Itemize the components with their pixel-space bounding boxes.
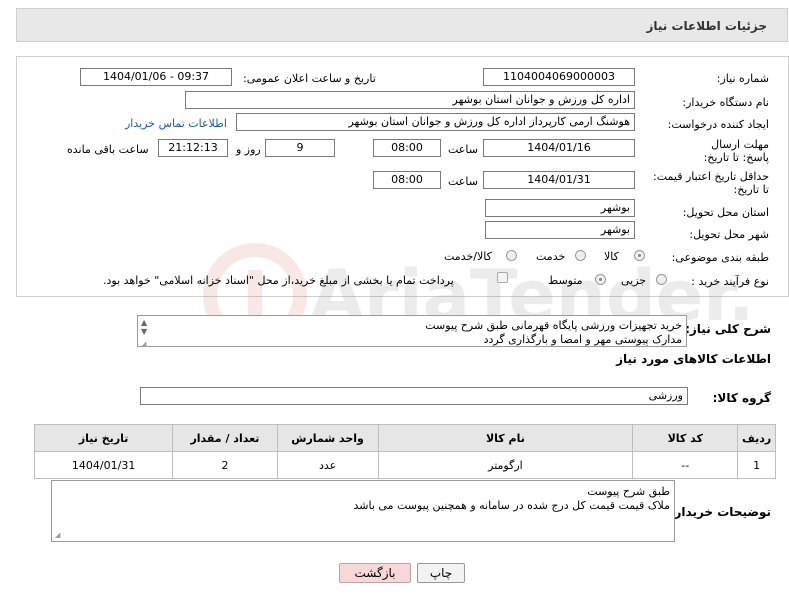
deadline-label: مهلت ارسال پاسخ: تا تاریخ: [703,138,769,164]
back-button[interactable]: بازگشت [339,563,411,583]
goods-group-field[interactable]: ورزشی [140,387,688,405]
deadline-time-label: ساعت [448,143,478,156]
remaining-label: ساعت باقی مانده [67,143,149,156]
cell-need-date: 1404/01/31 [33,451,174,479]
category-radio-service[interactable] [575,250,586,261]
buyer-notes-line-1: طبق شرح پیوست [587,485,670,498]
col-row-number: ردیف [737,424,776,452]
treasury-payment-checkbox[interactable] [497,272,508,283]
buyer-org-field[interactable]: اداره کل ورزش و جوانان استان بوشهر [185,91,635,109]
buyer-notes-textarea[interactable]: طبق شرح پیوست ملاک قیمت قیمت کل درج شده … [51,480,675,542]
province-field[interactable]: بوشهر [485,199,635,217]
page-title: جزئیات اطلاعات نیاز [646,19,767,33]
process-label: نوع فرآیند خرید : [691,275,769,288]
page-header: جزئیات اطلاعات نیاز [16,8,788,42]
category-option-goods: کالا [604,250,619,263]
col-item-name: نام کالا [377,424,634,452]
goods-group-label: گروه کالا: [712,391,771,405]
cell-item-name: ارگومتر [377,451,634,479]
category-option-both: کالا/خدمت [444,250,492,263]
category-label: طبقه بندی موضوعی: [671,251,769,264]
scroll-up-down-icon[interactable]: ▲ ▼ [141,318,147,336]
validity-time-field[interactable]: 08:00 [373,171,441,189]
goods-table: تاریخ نیاز تعداد / مقدار واحد شمارش نام … [33,424,776,479]
goods-table-header: تاریخ نیاز تعداد / مقدار واحد شمارش نام … [33,424,776,452]
need-number-field[interactable]: 1104004069000003 [483,68,635,86]
days-label: روز و [236,143,261,156]
process-radio-medium[interactable] [595,274,606,285]
remaining-time-field[interactable]: 21:12:13 [158,139,228,157]
validity-date-field[interactable]: 1404/01/31 [483,171,635,189]
validity-label: حداقل تاریخ اعتبار قیمت: تا تاریخ: [653,170,769,196]
process-option-medium: متوسط [548,274,583,287]
city-label: شهر محل تحویل: [689,228,769,241]
need-number-label: شماره نیاز: [716,72,769,85]
description-line-2: مدارک پیوستی مهر و امضا و بارگذاری گردد [483,333,682,346]
category-option-service: خدمت [536,250,566,263]
description-label: شرح کلی نیاز: [685,322,771,336]
cell-item-code: -- [632,451,739,479]
cell-row-number: 1 [737,451,776,479]
table-row[interactable]: 1404/01/31 2 عدد ارگومتر -- 1 [33,451,776,479]
days-remaining-field[interactable]: 9 [265,139,335,157]
province-label: استان محل تحویل: [682,206,769,219]
payment-note: پرداخت تمام یا بخشی از مبلغ خرید،از محل … [103,274,454,287]
contact-buyer-link[interactable]: اطلاعات تماس خریدار [125,117,227,130]
deadline-date-field[interactable]: 1404/01/16 [483,139,635,157]
description-textarea[interactable]: خرید تجهیزات ورزشی پایگاه قهرمانی طبق شر… [137,315,687,348]
city-field[interactable]: بوشهر [485,221,635,239]
process-radio-small[interactable] [656,274,667,285]
print-button[interactable]: چاپ [417,563,465,583]
buyer-org-label: نام دستگاه خریدار: [682,96,769,109]
col-item-code: کد کالا [632,424,739,452]
category-radio-goods[interactable] [634,250,645,261]
cell-unit: عدد [276,451,379,479]
announce-label: تاریخ و ساعت اعلان عمومی: [243,72,376,85]
col-quantity: تعداد / مقدار [172,424,278,452]
description-line-1: خرید تجهیزات ورزشی پایگاه قهرمانی طبق شر… [425,319,682,332]
buyer-notes-label: توضیحات خریدار: [669,505,771,519]
creator-label: ایجاد کننده درخواست: [667,118,769,131]
validity-time-label: ساعت [448,175,478,188]
announce-field[interactable]: 1404/01/06 - 09:37 [80,68,232,86]
col-need-date: تاریخ نیاز [33,424,174,452]
resize-handle-icon[interactable]: ◢ [141,340,146,348]
resize-handle-icon[interactable]: ◢ [55,531,60,539]
deadline-time-field[interactable]: 08:00 [373,139,441,157]
process-option-small: جزیی [621,274,647,287]
category-radio-both[interactable] [506,250,517,261]
goods-section-title: اطلاعات کالاهای مورد نیاز [616,352,771,366]
creator-field[interactable]: هوشنگ ارمی کارپرداز اداره کل ورزش و جوان… [236,113,635,131]
cell-quantity: 2 [172,451,278,479]
col-unit: واحد شمارش [276,424,379,452]
buyer-notes-line-2: ملاک قیمت قیمت کل درج شده در سامانه و هم… [353,499,670,512]
